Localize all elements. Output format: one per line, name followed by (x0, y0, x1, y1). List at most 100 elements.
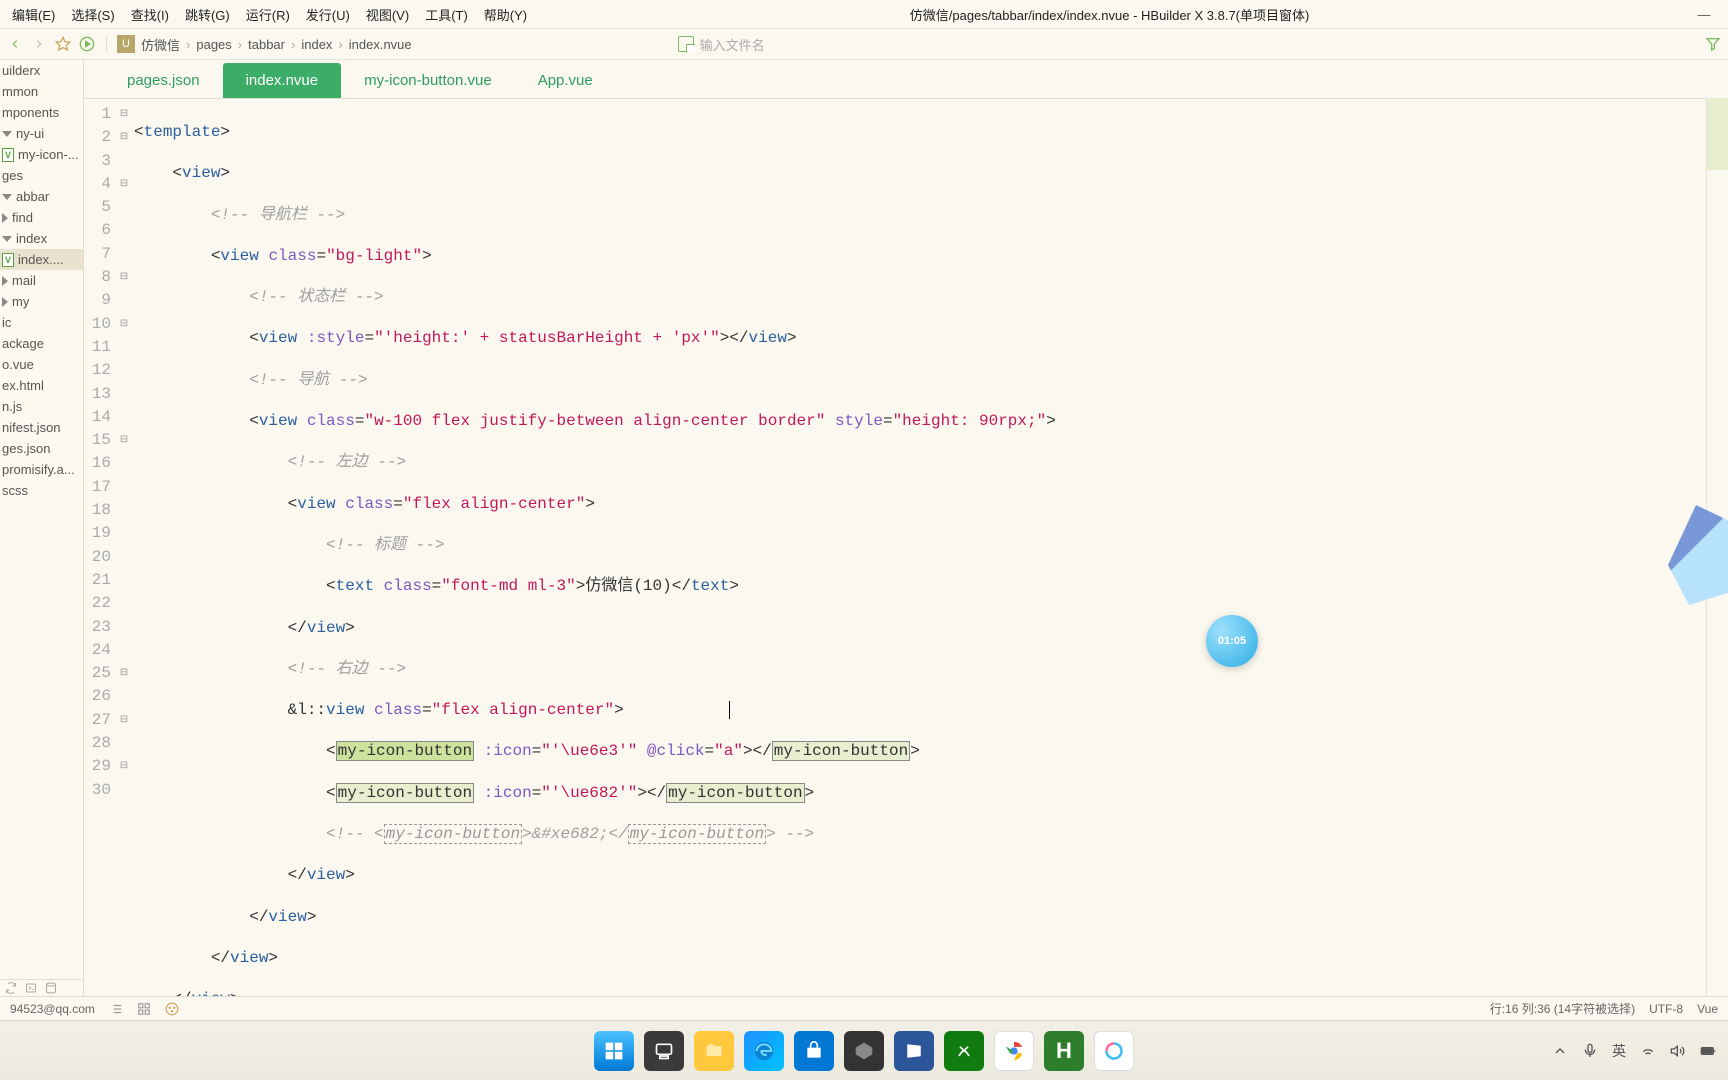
nav-forward-icon[interactable] (30, 35, 48, 53)
tray-mic-icon[interactable] (1582, 1043, 1598, 1059)
tree-item[interactable]: mail (0, 270, 83, 291)
menu-publish[interactable]: 发行(U) (298, 1, 358, 28)
menu-find[interactable]: 查找(I) (123, 1, 177, 28)
tree-item[interactable]: ex.html (0, 375, 83, 396)
breadcrumb: 仿微信 › pages › tabbar › index › index.nvu… (141, 35, 412, 54)
tree-item[interactable]: uilderx (0, 60, 83, 81)
tree-item[interactable]: promisify.a... (0, 459, 83, 480)
tree-item[interactable]: ges.json (0, 438, 83, 459)
fold-column[interactable]: ⊟⊟⊟⊟⊟ ⊟ ⊟⊟⊟ (118, 99, 130, 996)
main-area: uilderx mmon mponents ny-ui Vmy-icon-...… (0, 60, 1728, 996)
terminal-icon[interactable] (24, 982, 38, 994)
file-search-placeholder: 输入文件名 (700, 35, 765, 54)
folder-open-icon (2, 131, 12, 137)
folder-closed-icon (2, 276, 8, 286)
statusbar: 94523@qq.com 行:16 列:36 (14字符被选择) UTF-8 V… (0, 996, 1728, 1020)
tree-item[interactable]: abbar (0, 186, 83, 207)
tree-item[interactable]: find (0, 207, 83, 228)
task-view-icon[interactable] (644, 1031, 684, 1071)
code-content[interactable]: <template> <view> <!-- 导航栏 --> <view cla… (130, 99, 1728, 996)
vue-file-icon: V (2, 148, 14, 162)
status-encoding[interactable]: UTF-8 (1649, 1002, 1683, 1016)
file-search[interactable]: 输入文件名 (678, 35, 1698, 54)
window-title: 仿微信/pages/tabbar/index/index.nvue - HBui… (535, 5, 1684, 24)
file-search-icon (678, 36, 694, 52)
menu-select[interactable]: 选择(S) (63, 1, 122, 28)
app-icon-1[interactable] (844, 1031, 884, 1071)
menu-view[interactable]: 视图(V) (358, 1, 417, 28)
menu-goto[interactable]: 跳转(G) (177, 1, 238, 28)
tray-ime[interactable]: 英 (1612, 1041, 1626, 1061)
tree-item[interactable]: o.vue (0, 354, 83, 375)
edge-icon[interactable] (744, 1031, 784, 1071)
breadcrumb-item[interactable]: index.nvue (349, 37, 412, 52)
tab-my-icon-button[interactable]: my-icon-button.vue (341, 63, 515, 98)
tree-item[interactable]: mmon (0, 81, 83, 102)
status-language[interactable]: Vue (1697, 1002, 1718, 1016)
gutter: 12345678910 11121314151617181920 2122232… (84, 99, 118, 996)
file-tree[interactable]: uilderx mmon mponents ny-ui Vmy-icon-...… (0, 60, 84, 996)
selected-component: my-icon-button (336, 741, 474, 761)
tree-item[interactable]: ny-ui (0, 123, 83, 144)
tree-item[interactable]: my (0, 291, 83, 312)
breadcrumb-project[interactable]: 仿微信 (141, 35, 180, 54)
app-icon-3[interactable] (1094, 1031, 1134, 1071)
toolbar: U 仿微信 › pages › tabbar › index › index.n… (0, 28, 1728, 60)
floating-clock[interactable]: 01:05 (1206, 615, 1258, 667)
menubar: 编辑(E) 选择(S) 查找(I) 跳转(G) 运行(R) 发行(U) 视图(V… (0, 0, 1728, 28)
minimize-button[interactable]: — (1684, 7, 1724, 22)
highlight-component: my-icon-button (772, 741, 910, 761)
start-button[interactable] (594, 1031, 634, 1071)
db-icon[interactable] (44, 982, 58, 994)
tree-item[interactable]: nifest.json (0, 417, 83, 438)
code-editor[interactable]: 12345678910 11121314151617181920 2122232… (84, 98, 1728, 996)
tree-file-active[interactable]: Vindex.... (0, 249, 83, 270)
highlight-component: my-icon-button (666, 783, 804, 803)
folder-closed-icon (2, 213, 8, 223)
breadcrumb-item[interactable]: index (301, 37, 332, 52)
tray-wifi-icon[interactable] (1640, 1043, 1656, 1059)
breadcrumb-item[interactable]: tabbar (248, 37, 285, 52)
app-icon-2[interactable] (894, 1031, 934, 1071)
palette-icon[interactable] (165, 1002, 179, 1016)
explorer-icon[interactable] (694, 1031, 734, 1071)
tree-item[interactable]: scss (0, 480, 83, 501)
chrome-icon[interactable] (994, 1031, 1034, 1071)
project-logo: U (117, 35, 135, 53)
text-cursor-icon (729, 701, 730, 719)
tab-index-nvue[interactable]: index.nvue (223, 63, 342, 98)
tray-battery-icon[interactable] (1700, 1043, 1716, 1059)
grid-icon[interactable] (137, 1002, 151, 1016)
tree-item[interactable]: ackage (0, 333, 83, 354)
store-icon[interactable] (794, 1031, 834, 1071)
xbox-icon[interactable] (944, 1031, 984, 1071)
vue-file-icon: V (2, 253, 14, 267)
filter-icon[interactable] (1704, 35, 1722, 53)
folder-closed-icon (2, 297, 8, 307)
tree-item[interactable]: index (0, 228, 83, 249)
favorite-icon[interactable] (54, 35, 72, 53)
tree-item[interactable]: ges (0, 165, 83, 186)
tree-file[interactable]: Vmy-icon-... (0, 144, 83, 165)
sync-icon[interactable] (4, 982, 18, 994)
menu-run[interactable]: 运行(R) (238, 1, 298, 28)
breadcrumb-item[interactable]: pages (196, 37, 231, 52)
status-user[interactable]: 94523@qq.com (10, 1002, 95, 1016)
run-icon[interactable] (78, 35, 96, 53)
menu-help[interactable]: 帮助(Y) (476, 1, 535, 28)
tab-pages-json[interactable]: pages.json (104, 63, 223, 98)
hbuilder-icon[interactable]: H (1044, 1031, 1084, 1071)
tree-item[interactable]: mponents (0, 102, 83, 123)
toolbar-separator (106, 36, 107, 52)
tab-app-vue[interactable]: App.vue (515, 63, 616, 98)
tree-item[interactable]: n.js (0, 396, 83, 417)
folder-open-icon (2, 236, 12, 242)
status-cursor-pos: 行:16 列:36 (14字符被选择) (1490, 1000, 1635, 1017)
tree-item[interactable]: ic (0, 312, 83, 333)
tray-volume-icon[interactable] (1670, 1043, 1686, 1059)
tray-chevron-icon[interactable] (1552, 1043, 1568, 1059)
list-icon[interactable] (109, 1002, 123, 1016)
menu-tools[interactable]: 工具(T) (417, 1, 476, 28)
nav-back-icon[interactable] (6, 35, 24, 53)
menu-edit[interactable]: 编辑(E) (4, 1, 63, 28)
